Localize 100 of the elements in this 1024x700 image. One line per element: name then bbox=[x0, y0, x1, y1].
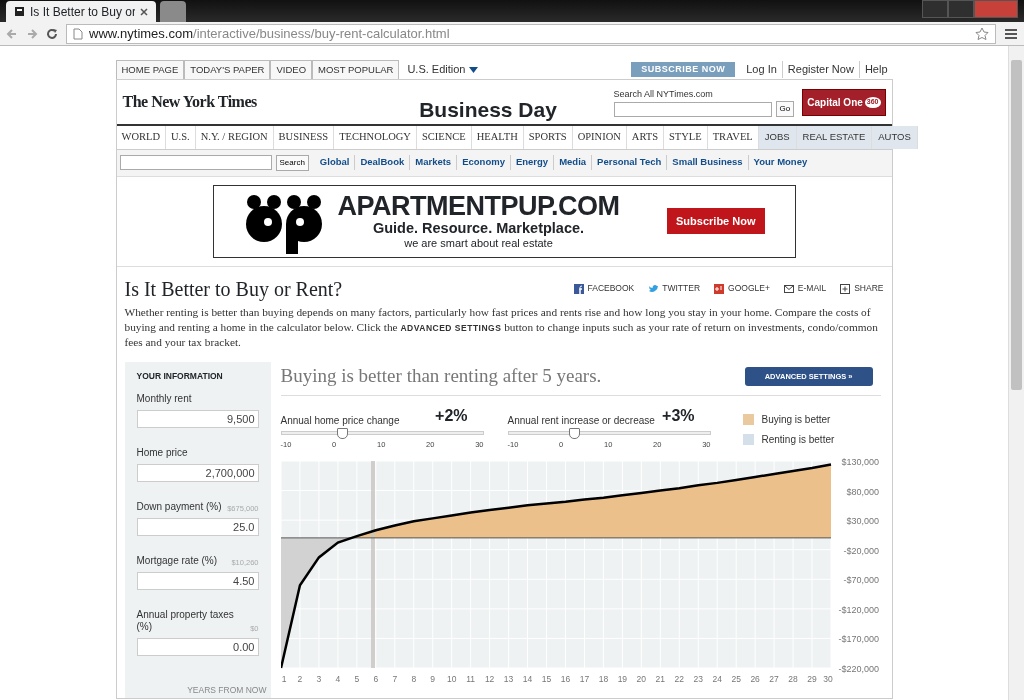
share-link[interactable]: FACEBOOK bbox=[573, 282, 635, 295]
year-marker[interactable] bbox=[370, 460, 375, 668]
input-field[interactable]: 4.50 bbox=[136, 572, 259, 590]
x-tick-label: 8 bbox=[410, 673, 416, 684]
share-link[interactable]: TWITTER bbox=[648, 282, 701, 295]
go-button[interactable]: Go bbox=[775, 101, 795, 117]
share-icon bbox=[840, 283, 851, 294]
site-logo[interactable]: The New York Times bbox=[122, 90, 363, 115]
x-tick-label: 20 bbox=[636, 673, 646, 684]
slider-label: Annual rent increase or decrease bbox=[507, 413, 655, 428]
field-label: Mortgage rate (%) bbox=[136, 555, 218, 567]
x-tick-label: 18 bbox=[598, 673, 608, 684]
x-tick-label: 29 bbox=[806, 673, 817, 684]
y-tick-label: -$70,000 bbox=[842, 575, 879, 586]
share-link[interactable]: GOOGLE+ bbox=[714, 282, 770, 295]
menu-icon[interactable] bbox=[1004, 27, 1018, 40]
ad-tagline: Guide. Resource. Marketplace. bbox=[372, 220, 585, 238]
y-tick-label: $80,000 bbox=[845, 486, 879, 497]
search-button[interactable]: Search bbox=[275, 154, 309, 171]
subscribe-button[interactable]: Subscribe Now bbox=[667, 207, 765, 235]
slider-reading: +2% bbox=[435, 405, 468, 426]
share-link[interactable]: SHARE bbox=[840, 282, 884, 295]
x-tick-label: 4 bbox=[335, 673, 340, 684]
x-tick-label: 15 bbox=[541, 673, 551, 684]
input-field[interactable]: 25.0 bbox=[136, 518, 259, 536]
x-tick-label: 3 bbox=[316, 673, 321, 684]
tab-title: Is It Better to Buy or bbox=[30, 3, 135, 21]
section-title: Business Day bbox=[418, 96, 558, 123]
x-tick-label: 13 bbox=[503, 673, 513, 684]
x-tick-label: 7 bbox=[391, 673, 397, 684]
maximize-button[interactable] bbox=[948, 0, 974, 18]
y-tick-label: -$120,000 bbox=[837, 604, 879, 615]
x-tick-label: 10 bbox=[446, 673, 456, 684]
y-tick-label: $130,000 bbox=[840, 456, 879, 467]
share-link[interactable]: E-MAIL bbox=[783, 282, 827, 295]
field-label: Home price bbox=[136, 447, 188, 459]
scrollbar-thumb[interactable] bbox=[1011, 60, 1022, 390]
close-icon[interactable] bbox=[140, 7, 148, 16]
top-link[interactable]: VIDEO bbox=[270, 60, 313, 80]
subsection-link[interactable]: Economy bbox=[456, 155, 510, 170]
y-tick-label: -$170,000 bbox=[837, 634, 879, 645]
top-link[interactable]: TODAY'S PAPER bbox=[184, 60, 271, 80]
star-icon[interactable] bbox=[975, 27, 989, 40]
field-label: Annual property taxes (%) bbox=[136, 609, 235, 633]
subsection-link[interactable]: DealBook bbox=[354, 155, 410, 170]
legend-label: Buying is better bbox=[761, 412, 831, 427]
y-tick-label: $30,000 bbox=[845, 515, 879, 526]
minimize-button[interactable] bbox=[922, 0, 948, 18]
subsection-link[interactable]: Markets bbox=[409, 155, 457, 170]
field-label: Monthly rent bbox=[136, 393, 192, 405]
address-bar[interactable]: www.nytimes.com/interactive/business/buy-rent-calculator.html bbox=[66, 23, 996, 44]
window-close-button[interactable] bbox=[974, 0, 1018, 18]
x-tick-label: 2 bbox=[297, 673, 302, 684]
legend-label: Renting is better bbox=[761, 432, 835, 447]
subsection-link[interactable]: Personal Tech bbox=[591, 155, 667, 170]
section-tab[interactable]: JOBS bbox=[758, 126, 797, 149]
x-tick-label: 25 bbox=[730, 673, 741, 684]
forward-icon[interactable] bbox=[26, 27, 38, 40]
section-tab[interactable]: AUTOS bbox=[872, 126, 918, 149]
section-tab[interactable]: REAL ESTATE bbox=[796, 126, 873, 149]
x-tick-label: 5 bbox=[354, 673, 359, 684]
browser-tab[interactable]: Is It Better to Buy or bbox=[6, 1, 156, 22]
intro-paragraph: Whether renting is better than buying depends on many factors, particularly how fast prices and rents rise and how long you stay in your home. Compare the costs of buying and renting a home in the calculator below. Click the ADVANCED SETTINGS button to change inputs such as your rate of return on investments, condo/common fees and your tax bracket. bbox=[124, 304, 879, 350]
edition-dropdown[interactable]: U.S. Edition bbox=[407, 61, 479, 78]
search-field[interactable] bbox=[119, 155, 272, 170]
subsection-link[interactable]: Energy bbox=[509, 155, 554, 170]
axis-label: YEARS FROM NOW bbox=[186, 683, 267, 697]
email-icon bbox=[783, 283, 794, 294]
account-link[interactable]: Log In bbox=[741, 61, 782, 78]
subsection-link[interactable]: Media bbox=[553, 155, 592, 170]
slider-thumb[interactable] bbox=[336, 427, 348, 439]
y-tick-label: -$20,000 bbox=[842, 545, 879, 556]
account-link[interactable]: Help bbox=[858, 61, 893, 78]
input-field[interactable]: 9,500 bbox=[136, 410, 259, 428]
x-tick-label: 11 bbox=[465, 673, 475, 684]
slider-thumb[interactable] bbox=[568, 427, 580, 439]
reload-icon[interactable] bbox=[46, 27, 58, 40]
result-headline: Buying is better than renting after 5 years. bbox=[280, 364, 602, 389]
y-tick-label: -$220,000 bbox=[837, 663, 879, 674]
subsection-link[interactable]: Global bbox=[314, 155, 355, 170]
x-tick-label: 19 bbox=[617, 673, 627, 684]
input-field[interactable]: 2,700,000 bbox=[136, 464, 259, 482]
field-label: Down payment (%) bbox=[136, 501, 222, 513]
back-icon[interactable] bbox=[6, 27, 18, 40]
x-tick-label: 23 bbox=[693, 673, 703, 684]
x-tick-label: 9 bbox=[429, 673, 435, 684]
x-tick-label: 6 bbox=[372, 673, 378, 684]
google-plus-icon bbox=[714, 283, 725, 294]
top-link[interactable]: MOST POPULAR bbox=[312, 60, 400, 80]
x-tick-label: 24 bbox=[711, 673, 722, 684]
x-tick-label: 17 bbox=[579, 673, 589, 684]
account-link[interactable]: Register Now bbox=[781, 61, 859, 78]
x-tick-label: 26 bbox=[749, 673, 760, 684]
top-link[interactable]: HOME PAGE bbox=[115, 60, 185, 80]
x-tick-label: 22 bbox=[674, 673, 684, 684]
advertisement-banner[interactable]: APARTMENTPUP.COM Guide. Resource. Marketplace. we are smart about real estate Subscribe Now bbox=[212, 184, 796, 258]
subsection-link[interactable]: Your Money bbox=[747, 155, 813, 170]
search-field[interactable] bbox=[613, 101, 772, 117]
subsection-link[interactable]: Small Business bbox=[666, 155, 748, 170]
input-field[interactable]: 0.00 bbox=[136, 638, 259, 656]
